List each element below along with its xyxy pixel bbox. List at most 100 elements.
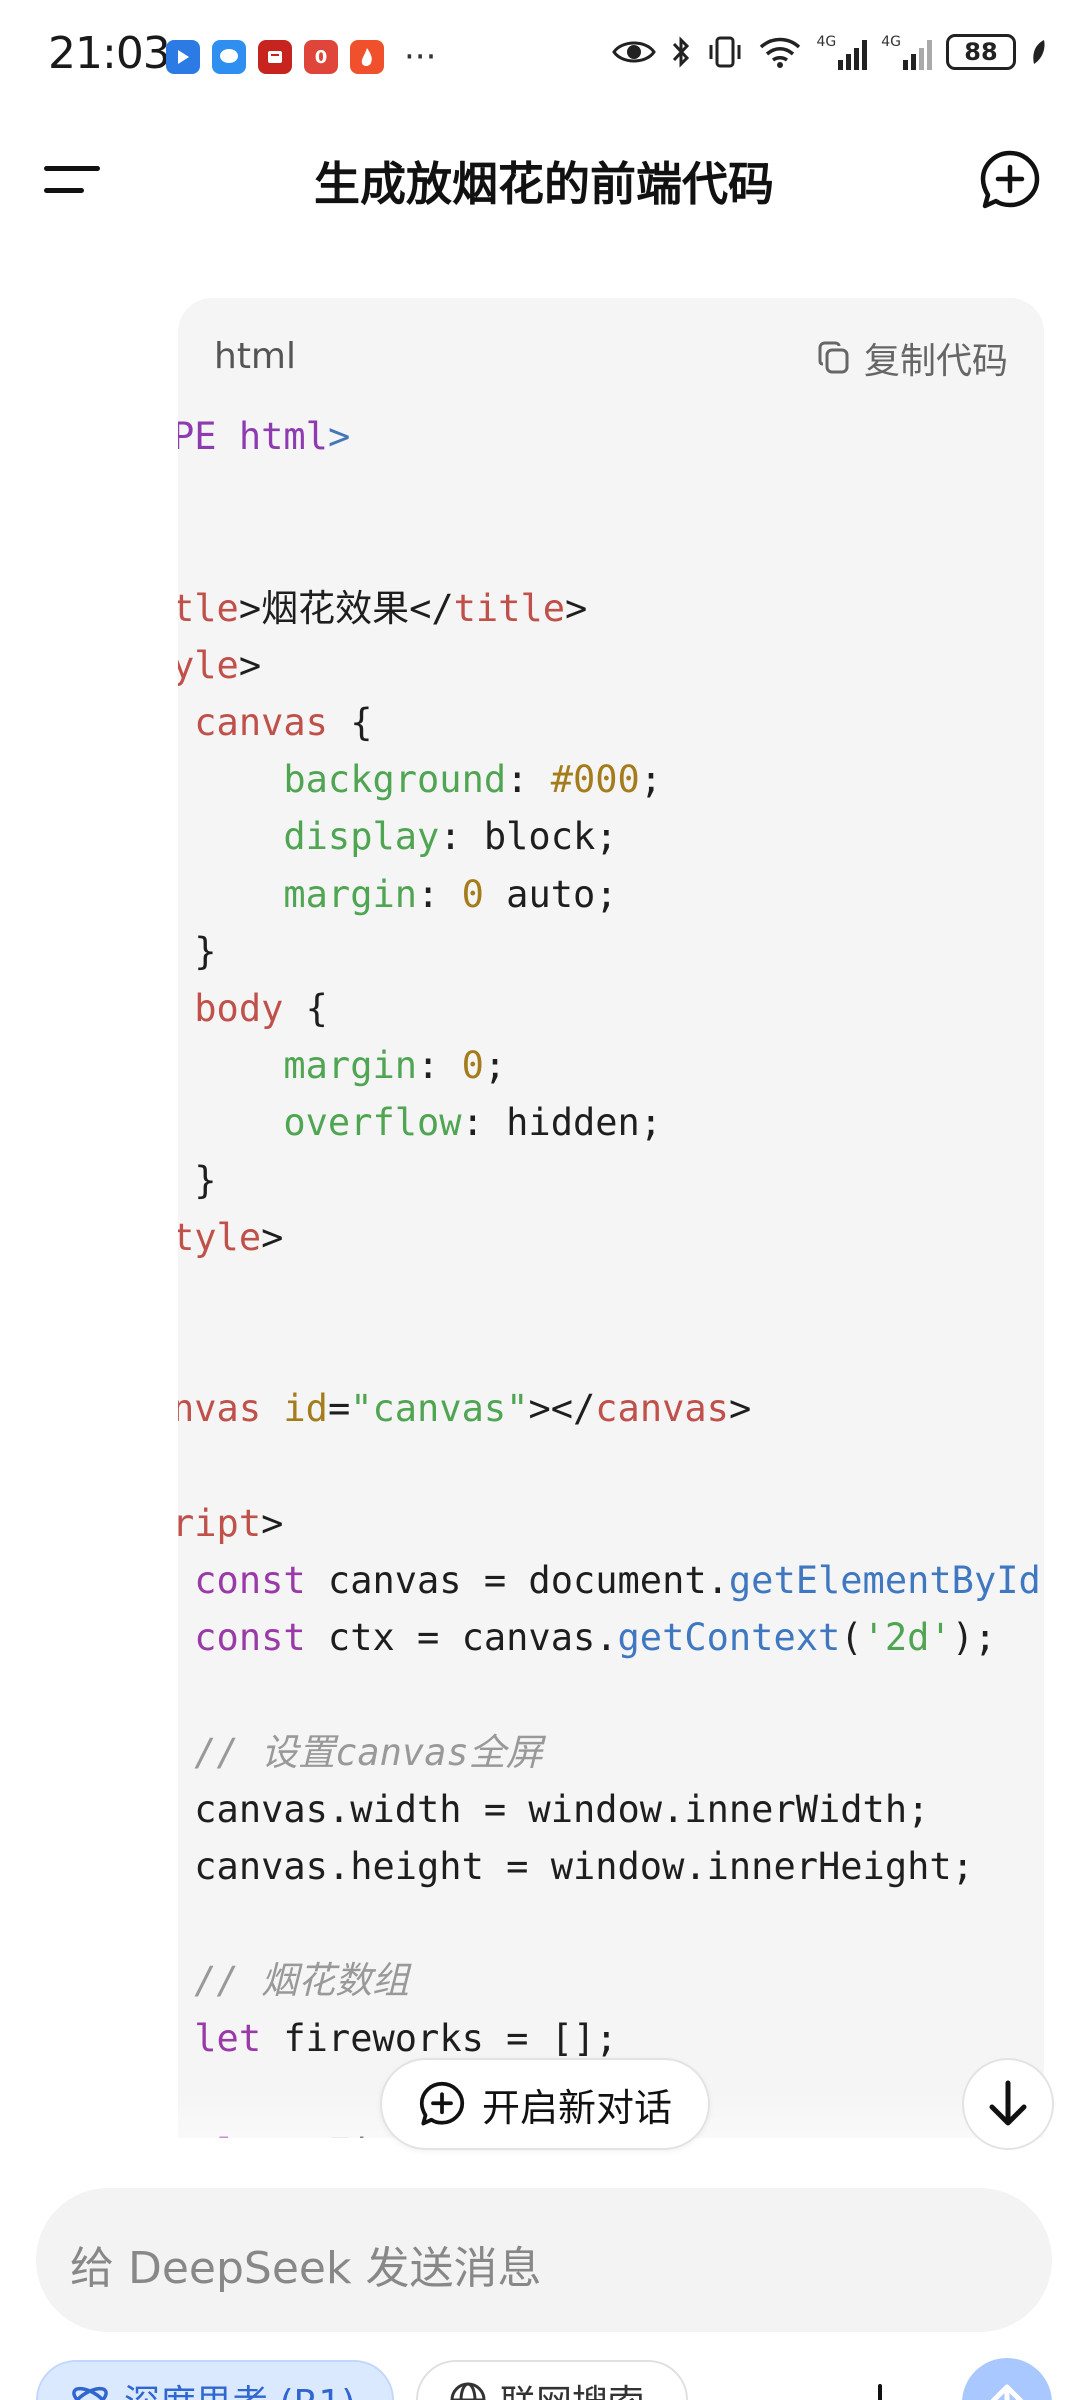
code-token: canvas: [178, 701, 328, 744]
code-token: html: [238, 415, 328, 458]
notification-icons: 0 ···: [166, 40, 436, 74]
code-line: overflow: hidden;: [178, 1094, 662, 1151]
code-token: margin: [178, 1044, 418, 1088]
code-line: margin: 0;: [178, 1037, 506, 1094]
page-title: 生成放烟花的前端代码: [314, 157, 774, 211]
bottom-toolbar: 深度思考 (R1) 联网搜索: [0, 2350, 1088, 2400]
new-chat-icon[interactable]: [978, 148, 1042, 212]
battery-indicator: 88: [946, 34, 1016, 70]
code-token: : hidden;: [461, 1101, 663, 1145]
code-token: ></: [528, 1387, 596, 1431]
code-line: tyle>: [178, 1209, 283, 1266]
code-token: ;: [483, 1044, 507, 1088]
code-token: title: [453, 586, 566, 630]
atom-icon: [72, 2386, 108, 2400]
code-token: display: [178, 815, 440, 859]
message-input-placeholder: 给 DeepSeek 发送消息: [70, 2243, 542, 2294]
code-token: =: [327, 1387, 351, 1431]
code-line: body {: [178, 980, 328, 1037]
code-line: canvas {: [178, 694, 372, 751]
attach-icon[interactable]: [860, 2380, 900, 2400]
code-token: >烟花效果</: [238, 586, 454, 630]
code-token: ;: [639, 758, 663, 802]
code-line: tle>烟花效果</title>: [178, 580, 587, 637]
code-token: // 设置canvas全屏: [178, 1730, 543, 1774]
code-token: margin: [178, 872, 418, 916]
code-token: >: [728, 1387, 752, 1431]
code-token: // 烟花数组: [178, 1959, 410, 2003]
code-line: // 烟花数组: [178, 1952, 409, 2009]
code-token: tle: [178, 586, 239, 630]
chat-bubble-icon: [212, 40, 246, 74]
code-token: "canvas": [350, 1387, 529, 1431]
code-token: canvas: [595, 1387, 729, 1431]
code-line: display: block;: [178, 808, 618, 865]
code-content: PE html> tle>烟花效果</title> yle> canvas { ba…: [178, 298, 1044, 2138]
status-time: 21:03: [48, 28, 171, 79]
code-token: canvas.height = window.innerHeight;: [178, 1845, 974, 1888]
code-token: ctx = canvas.: [305, 1616, 618, 1660]
code-token: :: [506, 758, 551, 802]
code-line: canvas.width = window.innerWidth;: [178, 1781, 929, 1838]
start-new-chat-button[interactable]: 开启新对话: [380, 2058, 710, 2150]
arrow-down-icon: [989, 2080, 1027, 2126]
web-search-label: 联网搜索: [500, 2374, 644, 2400]
flame-app-icon: [350, 40, 384, 74]
bluetooth-icon: [673, 36, 690, 68]
code-line: background: #000;: [178, 751, 662, 808]
cell-signal-2: 4G: [881, 34, 932, 70]
new-chat-icon: [419, 2081, 465, 2126]
code-token: canvas = document.: [305, 1559, 729, 1602]
code-line: // 设置canvas全屏: [178, 1724, 543, 1781]
code-token: background: [178, 758, 507, 802]
globe-icon: [450, 2382, 486, 2400]
code-token: :: [417, 872, 462, 916]
code-token: canvas.width = window.innerWidth;: [178, 1787, 930, 1831]
message-input[interactable]: 给 DeepSeek 发送消息: [36, 2188, 1052, 2332]
web-search-toggle[interactable]: 联网搜索: [416, 2360, 688, 2400]
code-token: overflow: [178, 1101, 462, 1145]
code-token: id: [283, 1387, 328, 1431]
code-line: yle>: [178, 637, 261, 694]
code-token: >: [327, 415, 351, 458]
code-token: #000: [550, 758, 640, 802]
code-token: (: [840, 1616, 863, 1660]
deep-think-toggle[interactable]: 深度思考 (R1): [36, 2360, 394, 2400]
code-line: const ctx = canvas.getContext('2d');: [178, 1609, 996, 1666]
shield-app-icon: [258, 40, 292, 74]
system-indicators: 4G 4G 88: [612, 34, 1048, 70]
scroll-to-bottom-button[interactable]: [962, 2058, 1054, 2150]
counter-app-icon: 0: [304, 40, 338, 74]
code-block: html 复制代码 PE html> tle>烟花效果</title> yle> c…: [178, 298, 1044, 2138]
send-button[interactable]: [962, 2358, 1052, 2400]
code-token: ript: [178, 1501, 262, 1545]
code-token: fireworks = [];: [261, 2016, 618, 2060]
code-token: getElementById: [728, 1559, 1041, 1602]
vibrate-icon: [709, 36, 741, 68]
start-new-chat-label: 开启新对话: [481, 2085, 672, 2130]
code-token: '2d': [862, 1616, 952, 1660]
code-token: :: [417, 1044, 462, 1088]
code-token: {: [283, 987, 328, 1030]
code-token: 0: [461, 872, 484, 916]
code-line: const canvas = document.getElementById: [178, 1552, 1041, 1609]
code-token: const: [178, 1616, 306, 1660]
code-token: tyle: [178, 1215, 262, 1259]
code-token: yle: [178, 643, 239, 687]
code-token: >: [261, 1215, 284, 1259]
code-token: }: [194, 929, 217, 973]
code-token: let: [178, 2016, 262, 2060]
leaf-icon: [1033, 40, 1045, 64]
code-line: }: [178, 1152, 216, 1209]
code-token: 0: [461, 1044, 484, 1088]
cell-signal-1: 4G: [816, 34, 868, 70]
code-line: canvas.height = window.innerHeight;: [178, 1838, 974, 1895]
more-notifications-icon: ···: [404, 37, 437, 77]
code-token: : block;: [439, 815, 618, 859]
code-token: >: [261, 1501, 284, 1545]
code-token: nvas: [178, 1387, 262, 1431]
code-line: margin: 0 auto;: [178, 866, 617, 923]
code-token: >: [565, 586, 588, 630]
code-token: >: [238, 643, 262, 687]
